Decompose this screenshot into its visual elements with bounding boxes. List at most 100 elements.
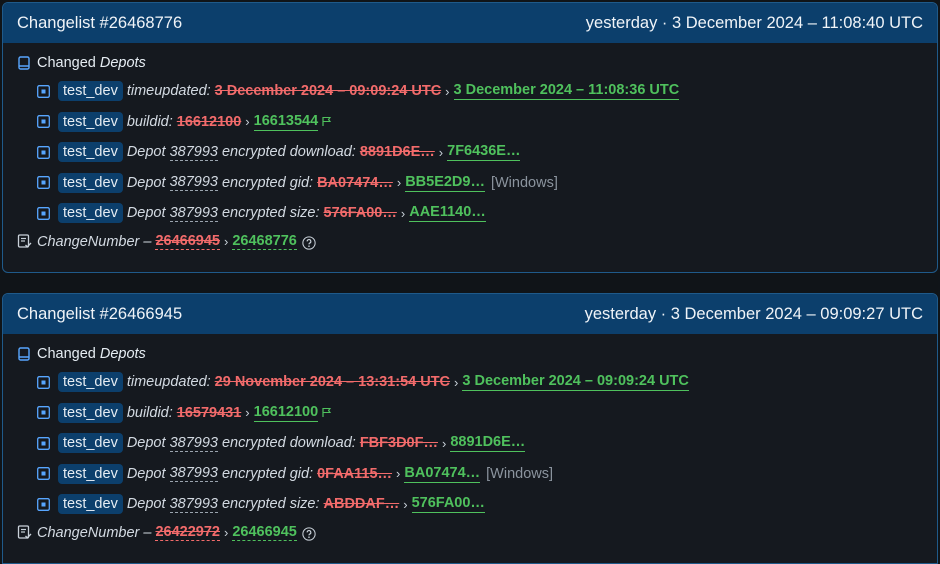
old-value: 3 December 2024 – 09:09:24 UTC — [214, 83, 442, 100]
help-icon[interactable] — [302, 526, 316, 541]
new-value[interactable]: 8891D6E… — [450, 434, 526, 453]
old-value: 0FAA115… — [317, 465, 393, 482]
arrow-icon: › — [396, 175, 402, 191]
change-row: test_dev timeupdated: 29 November 2024 –… — [37, 367, 923, 398]
depot-id-link[interactable]: 387993 — [169, 174, 218, 192]
flag-icon — [321, 116, 332, 127]
app-badge[interactable]: test_dev — [58, 433, 123, 454]
new-value[interactable]: BB5E2D9… — [405, 174, 485, 192]
change-number-new[interactable]: 26466945 — [232, 524, 297, 541]
old-value: 16612100 — [176, 113, 242, 130]
arrow-icon: › — [438, 144, 444, 160]
change-key: encrypted download: — [221, 144, 356, 161]
app-badge[interactable]: test_dev — [58, 402, 123, 423]
app-badge[interactable]: test_dev — [58, 463, 123, 484]
change-box-icon — [37, 206, 50, 220]
new-value[interactable]: 576FA00… — [411, 495, 485, 514]
changelist-card: Changelist #26468776 yesterday · 3 Decem… — [2, 2, 938, 273]
change-key: encrypted gid: — [221, 174, 314, 191]
app-badge[interactable]: test_dev — [58, 81, 123, 102]
change-number-label: ChangeNumber – — [37, 233, 152, 250]
new-value[interactable]: 16613544 — [253, 113, 319, 131]
arrow-icon: › — [396, 466, 401, 482]
change-number-row: ChangeNumber – 26422972 › 26466945 — [17, 522, 923, 544]
section-changed-depots: Changed Depots — [17, 344, 923, 364]
depot-id-link[interactable]: 387993 — [169, 465, 218, 483]
section-label-emph: Depots — [99, 55, 146, 71]
change-key: encrypted download: — [221, 435, 356, 452]
old-value: ABDDAF… — [323, 496, 400, 513]
section-label-emph: Depots — [99, 346, 146, 362]
change-key: encrypted size: — [221, 205, 320, 222]
change-number-old[interactable]: 26422972 — [155, 524, 220, 541]
changelist-timestamp: yesterday · 3 December 2024 – 09:09:27 U… — [584, 304, 923, 323]
flag-icon — [321, 407, 332, 418]
old-value: 8891D6E… — [359, 144, 435, 161]
old-value: 16579431 — [176, 404, 242, 421]
change-box-icon — [37, 145, 50, 159]
change-row: test_dev buildid: 16612100 › 16613544 — [37, 107, 923, 138]
app-badge[interactable]: test_dev — [58, 372, 123, 393]
arrow-icon: › — [403, 496, 408, 512]
arrow-icon: › — [223, 234, 229, 249]
app-badge[interactable]: test_dev — [58, 494, 123, 515]
old-value: BA07474… — [317, 174, 393, 191]
new-value[interactable]: BA07474… — [404, 465, 481, 483]
old-value: FBF3D0F… — [359, 435, 438, 452]
change-number-old[interactable]: 26466945 — [155, 233, 220, 250]
depot-prefix: Depot — [126, 144, 166, 161]
arrow-icon: › — [441, 435, 447, 451]
changelist-card: Changelist #26466945 yesterday · 3 Decem… — [2, 293, 938, 564]
section-changed-depots: Changed Depots — [17, 53, 923, 73]
arrow-icon: › — [245, 114, 250, 130]
change-row: test_dev timeupdated: 3 December 2024 – … — [37, 76, 923, 107]
changelist-header: Changelist #26466945 yesterday · 3 Decem… — [3, 294, 937, 334]
change-row: test_dev Depot 387993 encrypted download… — [37, 137, 923, 168]
changelist-timestamp: yesterday · 3 December 2024 – 11:08:40 U… — [585, 13, 923, 32]
app-badge[interactable]: test_dev — [58, 111, 123, 132]
help-icon[interactable] — [302, 235, 316, 250]
app-badge[interactable]: test_dev — [58, 203, 123, 224]
app-badge[interactable]: test_dev — [58, 172, 123, 193]
changelist-header: Changelist #26468776 yesterday · 3 Decem… — [3, 3, 937, 43]
change-key: encrypted gid: — [221, 465, 314, 482]
change-row: test_dev Depot 387993 encrypted gid: 0FA… — [37, 459, 923, 490]
arrow-icon: › — [400, 205, 406, 221]
new-value[interactable]: 16612100 — [253, 404, 319, 422]
change-box-icon — [37, 406, 50, 420]
arrow-icon: › — [245, 405, 250, 421]
change-row: test_dev Depot 387993 encrypted download… — [37, 428, 923, 459]
depot-icon — [17, 347, 31, 361]
change-number-label: ChangeNumber – — [37, 524, 152, 541]
new-value[interactable]: AAE1140… — [409, 204, 486, 223]
depot-icon — [17, 56, 31, 70]
new-value[interactable]: 7F6436E… — [447, 143, 521, 162]
change-box-icon — [37, 176, 50, 190]
section-label: Changed — [37, 346, 96, 362]
new-value: 3 December 2024 – 11:08:36 UTC — [453, 82, 680, 101]
change-key: timeupdated: — [126, 374, 211, 391]
change-key: buildid: — [126, 113, 173, 130]
depot-id-link[interactable]: 387993 — [169, 205, 218, 222]
change-row: test_dev Depot 387993 encrypted size: AB… — [37, 489, 923, 520]
depot-prefix: Depot — [126, 174, 166, 191]
depot-id-link[interactable]: 387993 — [169, 435, 218, 452]
change-box-icon — [37, 115, 50, 129]
change-box-icon — [37, 467, 50, 481]
old-value: 576FA00… — [323, 205, 397, 222]
change-box-icon — [37, 497, 50, 511]
arrow-icon: › — [445, 83, 450, 99]
changelist-title[interactable]: Changelist #26468776 — [17, 14, 182, 33]
change-box-icon — [37, 375, 50, 389]
change-row: test_dev Depot 387993 encrypted size: 57… — [37, 198, 923, 229]
change-number-row: ChangeNumber – 26466945 › 26468776 — [17, 231, 923, 253]
arrow-icon: › — [223, 525, 229, 540]
change-box-icon — [37, 84, 50, 98]
change-number-new[interactable]: 26468776 — [232, 233, 297, 250]
app-badge[interactable]: test_dev — [58, 142, 123, 163]
depot-id-link[interactable]: 387993 — [169, 496, 218, 513]
depot-prefix: Depot — [126, 435, 166, 452]
change-row: test_dev Depot 387993 encrypted gid: BA0… — [37, 168, 923, 199]
depot-id-link[interactable]: 387993 — [169, 144, 218, 161]
changelist-title[interactable]: Changelist #26466945 — [17, 305, 182, 324]
